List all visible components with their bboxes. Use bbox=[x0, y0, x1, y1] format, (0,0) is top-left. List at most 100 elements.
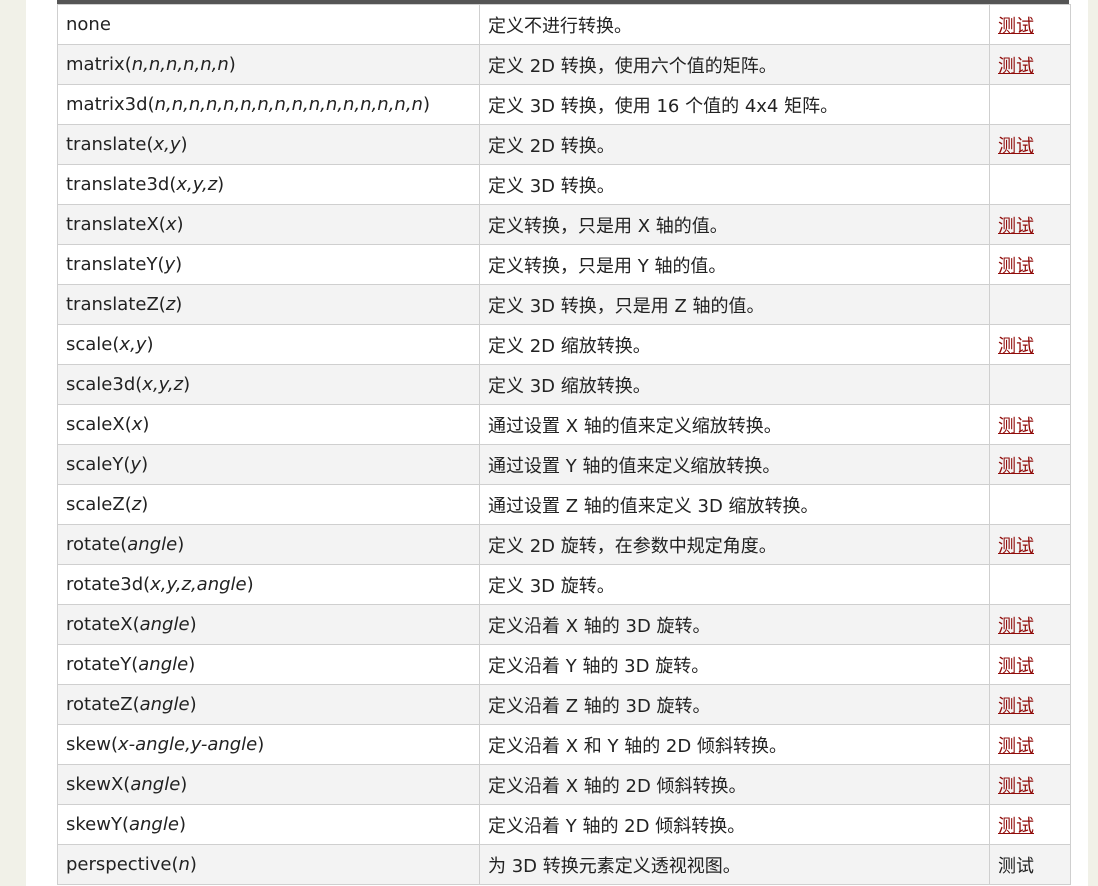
function-args: z bbox=[131, 494, 142, 515]
function-description: 定义沿着 X 和 Y 轴的 2D 倾斜转换。 bbox=[488, 735, 787, 757]
test-link[interactable]: 测试 bbox=[998, 16, 1034, 37]
test-cell: 测试 bbox=[989, 724, 1071, 765]
test-link[interactable]: 测试 bbox=[998, 136, 1034, 157]
description-cell: 定义 3D 旋转。 bbox=[479, 564, 990, 605]
function-description: 通过设置 Z 轴的值来定义 3D 缩放转换。 bbox=[488, 495, 819, 517]
test-link[interactable]: 测试 bbox=[998, 696, 1034, 717]
function-cell: scaleY(y) bbox=[57, 444, 480, 485]
test-link[interactable]: 测试 bbox=[998, 456, 1034, 477]
description-cell: 定义 2D 转换，使用六个值的矩阵。 bbox=[479, 44, 990, 85]
table-row: skewY(angle) 定义沿着 Y 轴的 2D 倾斜转换。 测试 bbox=[57, 804, 1071, 845]
function-description: 通过设置 Y 轴的值来定义缩放转换。 bbox=[488, 455, 781, 477]
function-args: n bbox=[178, 854, 190, 875]
description-cell: 定义转换，只是用 X 轴的值。 bbox=[479, 204, 990, 245]
table-row: rotateX(angle) 定义沿着 X 轴的 3D 旋转。 测试 bbox=[57, 604, 1071, 645]
test-link[interactable]: 测试 bbox=[998, 256, 1034, 277]
paren-close: ) bbox=[180, 134, 188, 155]
function-name: translateY bbox=[66, 254, 158, 275]
table-row: rotateY(angle) 定义沿着 Y 轴的 3D 旋转。 测试 bbox=[57, 644, 1071, 685]
paren-close: ) bbox=[141, 454, 149, 475]
function-args: angle bbox=[139, 614, 190, 635]
paren-close: ) bbox=[188, 654, 196, 675]
function-name: rotateX bbox=[66, 614, 133, 635]
function-description: 定义 3D 旋转。 bbox=[488, 575, 615, 597]
function-name: skewX bbox=[66, 774, 124, 795]
test-cell bbox=[989, 84, 1071, 125]
function-args: angle bbox=[127, 534, 178, 555]
test-cell: 测试 bbox=[989, 4, 1071, 45]
paren-close: ) bbox=[228, 54, 236, 75]
test-link[interactable]: 测试 bbox=[998, 416, 1034, 437]
test-link[interactable]: 测试 bbox=[998, 656, 1034, 677]
function-args: angle bbox=[128, 814, 179, 835]
test-link[interactable]: 测试 bbox=[998, 816, 1034, 837]
function-description: 定义 2D 转换。 bbox=[488, 135, 615, 157]
function-args: n,n,n,n,n,n bbox=[131, 54, 229, 75]
paren-close: ) bbox=[177, 534, 185, 555]
description-cell: 定义沿着 X 轴的 2D 倾斜转换。 bbox=[479, 764, 990, 805]
description-cell: 定义 2D 转换。 bbox=[479, 124, 990, 165]
table-row: rotate3d(x,y,z,angle) 定义 3D 旋转。 bbox=[57, 564, 1071, 605]
table-body: none 定义不进行转换。 测试 matrix(n,n,n,n,n,n) 定义 2D 转… bbox=[57, 4, 1071, 885]
function-description: 定义 3D 转换。 bbox=[488, 175, 615, 197]
function-args: angle bbox=[138, 654, 189, 675]
function-name: scale bbox=[66, 334, 113, 355]
function-description: 定义不进行转换。 bbox=[488, 15, 632, 37]
function-cell: none bbox=[57, 4, 480, 45]
function-name: rotate3d bbox=[66, 574, 144, 595]
description-cell: 定义 2D 缩放转换。 bbox=[479, 324, 990, 365]
function-description: 定义沿着 X 轴的 2D 倾斜转换。 bbox=[488, 775, 747, 797]
function-cell: rotateX(angle) bbox=[57, 604, 480, 645]
function-description: 定义沿着 X 轴的 3D 旋转。 bbox=[488, 615, 711, 637]
function-description: 定义沿着 Z 轴的 3D 旋转。 bbox=[488, 695, 711, 717]
test-cell: 测试 bbox=[989, 204, 1071, 245]
function-description: 定义 3D 转换，使用 16 个值的 4x4 矩阵。 bbox=[488, 95, 839, 117]
test-link[interactable]: 测试 bbox=[998, 736, 1034, 757]
test-cell: 测试 bbox=[989, 404, 1071, 445]
function-args: x,y bbox=[119, 334, 147, 355]
function-cell: translateX(x) bbox=[57, 204, 480, 245]
function-cell: rotateY(angle) bbox=[57, 644, 480, 685]
test-link[interactable]: 测试 bbox=[998, 536, 1034, 557]
description-cell: 通过设置 X 轴的值来定义缩放转换。 bbox=[479, 404, 990, 445]
table-row: scaleZ(z) 通过设置 Z 轴的值来定义 3D 缩放转换。 bbox=[57, 484, 1071, 525]
test-link[interactable]: 测试 bbox=[998, 56, 1034, 77]
paren-close: ) bbox=[246, 574, 254, 595]
function-cell: translate(x,y) bbox=[57, 124, 480, 165]
description-cell: 定义不进行转换。 bbox=[479, 4, 990, 45]
paren-close: ) bbox=[183, 374, 191, 395]
page: none 定义不进行转换。 测试 matrix(n,n,n,n,n,n) 定义 2D 转… bbox=[0, 0, 1098, 886]
function-name: translateX bbox=[66, 214, 159, 235]
paren-close: ) bbox=[142, 414, 150, 435]
function-cell: skewX(angle) bbox=[57, 764, 480, 805]
test-link[interactable]: 测试 bbox=[998, 336, 1034, 357]
function-cell: matrix3d(n,n,n,n,n,n,n,n,n,n,n,n,n,n,n,n… bbox=[57, 84, 480, 125]
function-args: z bbox=[165, 294, 176, 315]
function-name: scaleX bbox=[66, 414, 125, 435]
test-link[interactable]: 测试 bbox=[998, 776, 1034, 797]
function-name: translate3d bbox=[66, 174, 170, 195]
test-link[interactable]: 测试 bbox=[998, 216, 1034, 237]
description-cell: 定义 3D 转换。 bbox=[479, 164, 990, 205]
test-cell: 测试 bbox=[989, 44, 1071, 85]
test-link[interactable]: 测试 bbox=[998, 616, 1034, 637]
paren-close: ) bbox=[146, 334, 154, 355]
paren-close: ) bbox=[180, 774, 188, 795]
table-row: rotate(angle) 定义 2D 旋转，在参数中规定角度。 测试 bbox=[57, 524, 1071, 565]
description-cell: 为 3D 转换元素定义透视视图。 bbox=[479, 844, 990, 885]
description-cell: 通过设置 Z 轴的值来定义 3D 缩放转换。 bbox=[479, 484, 990, 525]
function-cell: perspective(n) bbox=[57, 844, 480, 885]
function-cell: scaleZ(z) bbox=[57, 484, 480, 525]
function-description: 定义 2D 转换，使用六个值的矩阵。 bbox=[488, 55, 777, 77]
function-args: angle bbox=[139, 694, 190, 715]
table-row: rotateZ(angle) 定义沿着 Z 轴的 3D 旋转。 测试 bbox=[57, 684, 1071, 725]
table-row: translate3d(x,y,z) 定义 3D 转换。 bbox=[57, 164, 1071, 205]
paren-close: ) bbox=[189, 614, 197, 635]
function-cell: scale(x,y) bbox=[57, 324, 480, 365]
function-description: 定义 2D 缩放转换。 bbox=[488, 335, 651, 357]
paren-open: ( bbox=[158, 294, 166, 315]
function-args: x,y,z bbox=[176, 174, 218, 195]
function-cell: translateZ(z) bbox=[57, 284, 480, 325]
description-cell: 定义转换，只是用 Y 轴的值。 bbox=[479, 244, 990, 285]
paren-close: ) bbox=[176, 214, 184, 235]
